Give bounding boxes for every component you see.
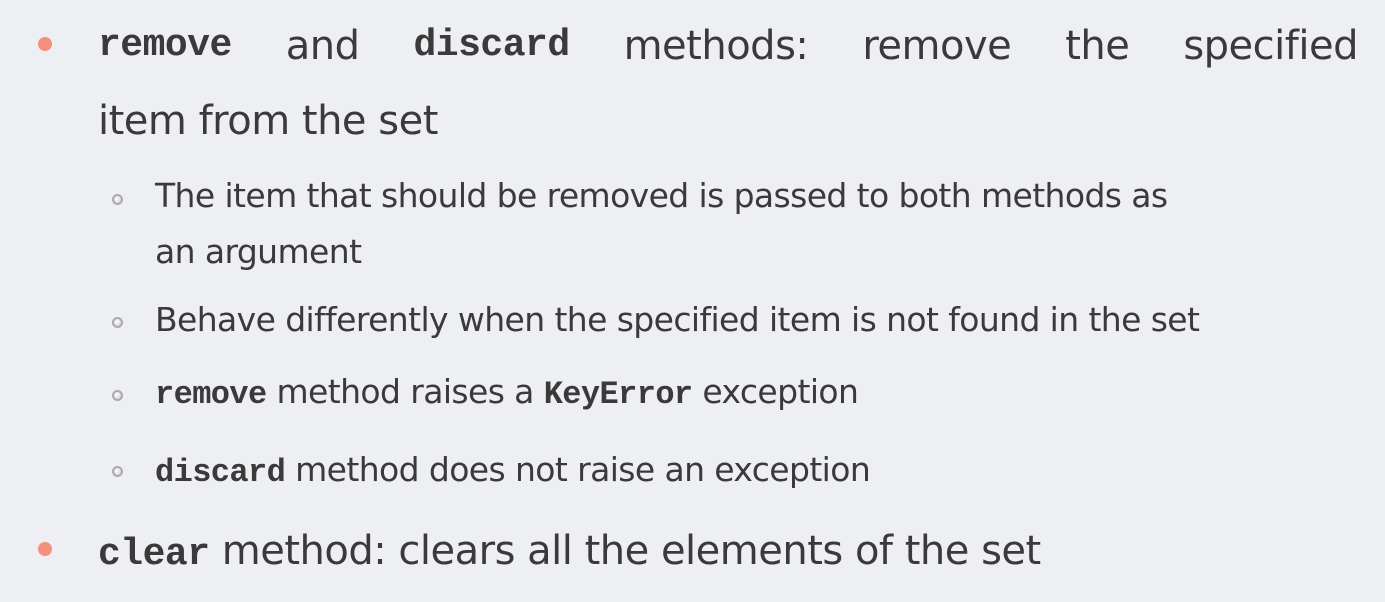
text-methods: methods: — [623, 23, 809, 69]
code-clear: clear — [98, 533, 210, 576]
bullet-dot-1 — [38, 37, 52, 51]
bullet-1-line-1: remove and discard methods: remove the s… — [98, 22, 1358, 70]
text-method-does-not: method does not raise an exception — [285, 450, 871, 489]
sub-bullet-2-line-1: Behave differently when the specified it… — [155, 300, 1200, 339]
sub-bullet-dot-1 — [112, 194, 123, 205]
sub-bullet-4-line-1: discard method does not raise an excepti… — [155, 450, 871, 493]
sub-bullet-dot-4 — [112, 466, 123, 477]
code-remove-sub: remove — [155, 376, 267, 413]
code-keyerror: KeyError — [543, 376, 693, 413]
code-discard-sub: discard — [155, 454, 286, 491]
text-remove: remove — [862, 23, 1012, 69]
bullet-2-line-1: clear method: clears all the elements of… — [98, 527, 1041, 579]
bullet-1-line-2: item from the set — [98, 98, 438, 144]
text-specified: specified — [1183, 23, 1358, 69]
slide: remove and discard methods: remove the s… — [0, 0, 1385, 602]
sub-bullet-1-line-1: The item that should be removed is passe… — [155, 176, 1168, 215]
text-exception: exception — [692, 372, 859, 411]
sub-bullet-dot-2 — [112, 317, 123, 328]
text-and: and — [285, 23, 360, 69]
text-clears-all: method: clears all the elements of the s… — [209, 528, 1041, 574]
code-discard: discard — [413, 24, 571, 67]
sub-bullet-dot-3 — [112, 390, 123, 401]
code-remove: remove — [98, 24, 232, 67]
bullet-dot-2 — [38, 542, 52, 556]
sub-bullet-3-line-1: remove method raises a KeyError exceptio… — [155, 372, 859, 415]
text-the: the — [1065, 23, 1130, 69]
text-method-raises: method raises a — [266, 372, 544, 411]
sub-bullet-1-line-2: an argument — [155, 232, 362, 271]
